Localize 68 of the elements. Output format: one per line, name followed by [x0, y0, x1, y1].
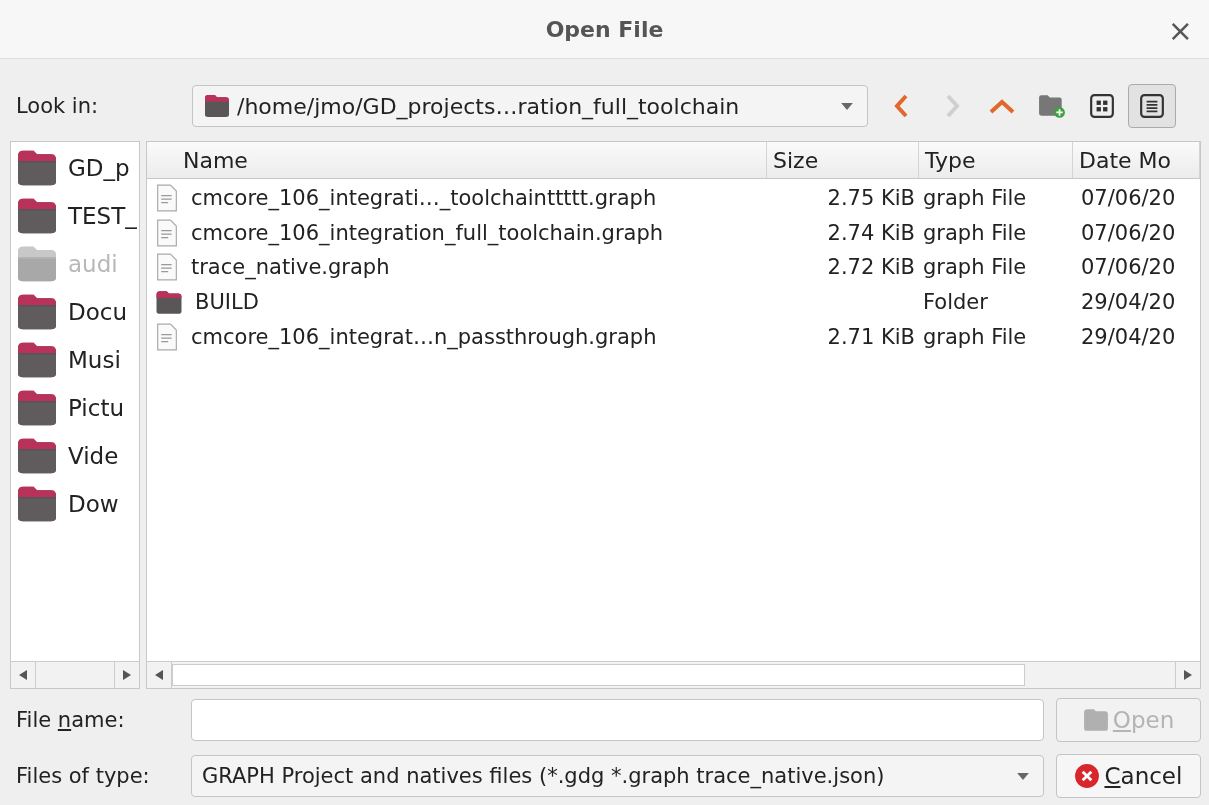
file-name-cell[interactable]: trace_native.graph [147, 253, 767, 282]
file-type-dropdown[interactable]: GRAPH Project and natives files (*.gdg *.graph trace_native.json) [190, 755, 1044, 797]
sidebar-item[interactable]: TEST_ [11, 192, 139, 240]
file-name-cell[interactable]: cmcore_106_integration_full_toolchain.graph [147, 218, 767, 247]
size-cell-text: 2.71 KiB [826, 324, 916, 349]
date-cell-text: 07/06/20 [1080, 255, 1177, 280]
folder-icon [16, 485, 58, 523]
folder-icon [1082, 708, 1109, 732]
type-cell-text: graph File [922, 324, 1028, 349]
close-button[interactable]: × [1161, 12, 1199, 49]
size-cell-text: 2.75 KiB [826, 186, 916, 211]
date-cell-text: 29/04/20 [1080, 290, 1177, 315]
folder-icon [16, 245, 58, 283]
cancel-icon [1074, 763, 1101, 789]
arrow-right-icon [123, 670, 131, 680]
detail-view-button[interactable] [1128, 84, 1176, 128]
scrollbar[interactable] [147, 661, 1200, 688]
column-header[interactable]: Date Mo [1073, 142, 1200, 178]
document-icon [155, 322, 179, 351]
caret-icon [1016, 772, 1029, 780]
sidebar-item[interactable]: Vide [11, 432, 139, 480]
cancel-button[interactable]: Cancel [1055, 754, 1201, 798]
date-cell-text: 29/04/20 [1080, 324, 1177, 349]
folder-icon [16, 437, 58, 475]
column-header[interactable]: Size [767, 142, 919, 178]
arrow-right-icon [1184, 670, 1192, 680]
date-cell-text: 07/06/20 [1080, 220, 1177, 245]
type-cell-text: graph File [922, 220, 1028, 245]
list-view-icon [1139, 93, 1165, 119]
chevron-up-icon [988, 97, 1016, 115]
folder-icon [203, 94, 231, 118]
folder-icon [16, 197, 58, 235]
type-cell-text: Folder [922, 290, 989, 315]
file-name-label: File name: [15, 708, 126, 732]
sidebar-item[interactable]: Docu [11, 288, 139, 336]
scrollbar[interactable] [11, 661, 139, 688]
new-folder-icon [1038, 93, 1066, 119]
size-cell-text: 2.74 KiB [826, 220, 916, 245]
sidebar-item[interactable]: GD_p [11, 144, 139, 192]
window-title: Open File [545, 16, 664, 42]
document-icon [155, 218, 179, 247]
folder-icon [16, 341, 58, 379]
folder-icon [16, 149, 58, 187]
document-icon [155, 184, 179, 213]
column-header[interactable]: Name [147, 142, 767, 178]
sidebar-item[interactable]: Dow [11, 480, 139, 528]
date-cell-text: 07/06/20 [1080, 186, 1177, 211]
file-name-cell[interactable]: BUILD [147, 289, 767, 315]
document-icon [155, 253, 179, 282]
arrow-left-icon [155, 670, 163, 680]
folder-icon [16, 389, 58, 427]
column-header[interactable]: Type [919, 142, 1073, 178]
look-in-label: Look in: [15, 94, 100, 118]
grid-view-icon [1089, 93, 1115, 119]
caret-icon [841, 102, 853, 110]
file-name-field[interactable] [190, 699, 1045, 741]
size-cell-text: 2.72 KiB [826, 255, 916, 280]
file-name-cell[interactable]: cmcore_106_integrat…n_passthrough.graph [147, 322, 767, 351]
sidebar-item[interactable]: Musi [11, 336, 139, 384]
type-cell-text: graph File [922, 186, 1028, 211]
path-dropdown[interactable]: /home/jmo/GD_projects…ration_full_toolchain [192, 85, 868, 127]
files-of-type-label: Files of type: [15, 764, 151, 788]
type-cell-text: graph File [922, 255, 1028, 280]
file-name-cell[interactable]: cmcore_106_integrati…_toolchainttttt.graph [147, 184, 767, 213]
folder-icon [16, 293, 58, 331]
folder-icon [155, 289, 183, 315]
sidebar-item[interactable]: Pictu [11, 384, 139, 432]
arrow-left-icon [19, 670, 27, 680]
